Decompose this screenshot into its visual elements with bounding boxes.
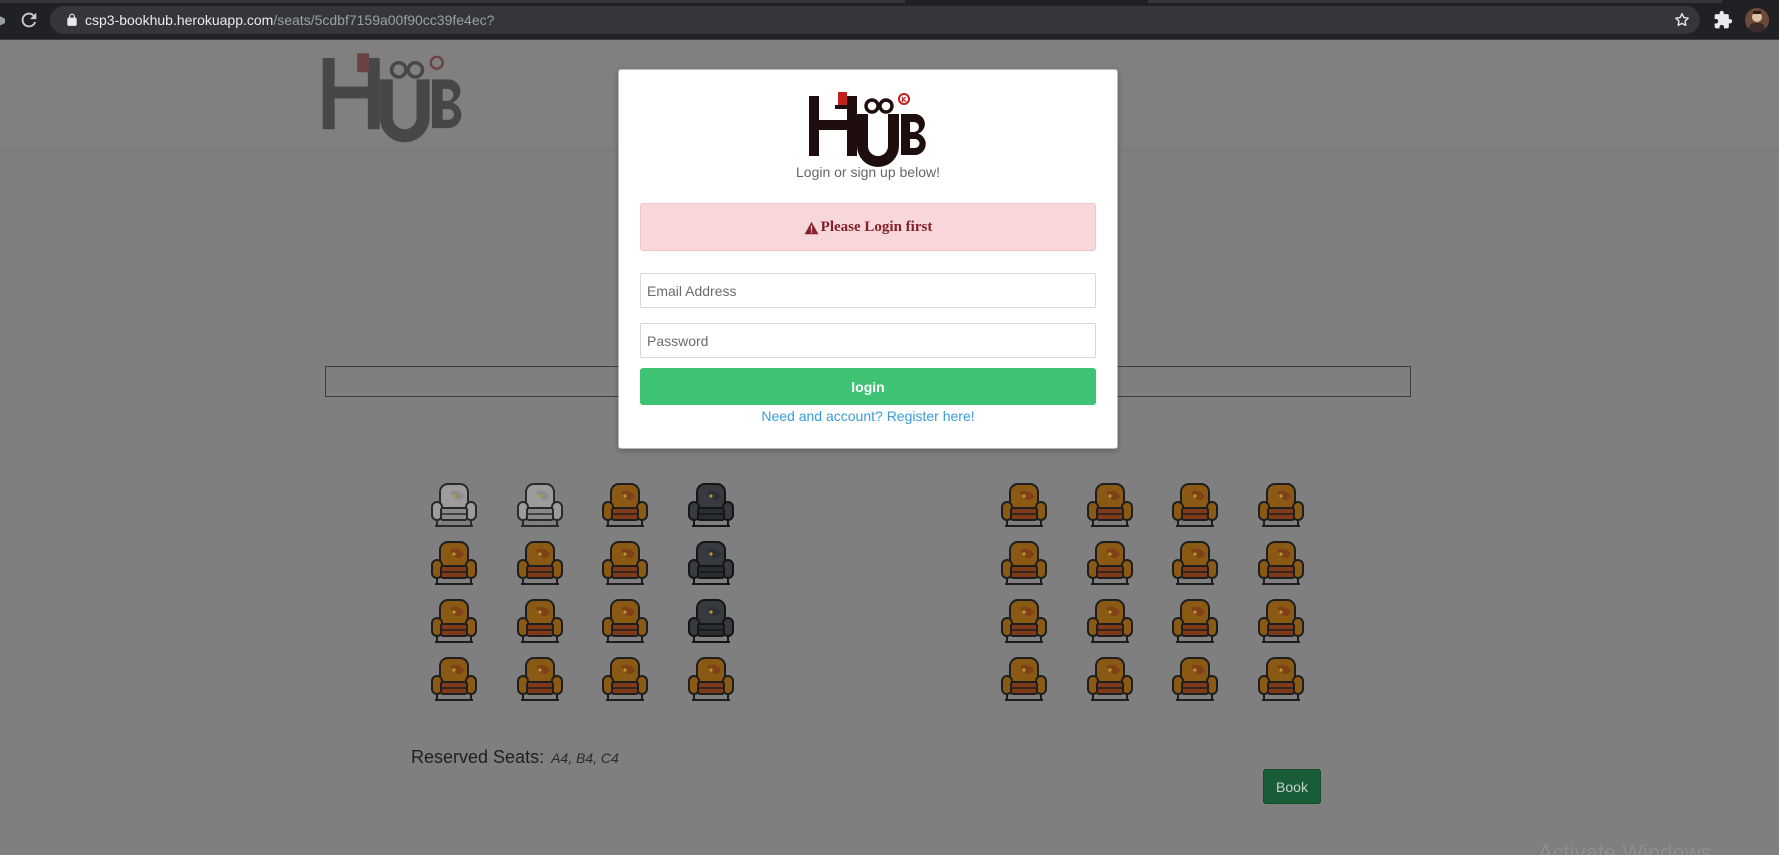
seat-right-d4[interactable] bbox=[1255, 654, 1307, 704]
profile-avatar[interactable] bbox=[1745, 8, 1769, 32]
seat-left-c2[interactable] bbox=[514, 596, 566, 646]
url-text[interactable]: csp3-bookhub.herokuapp.com/seats/5cdbf71… bbox=[85, 12, 494, 28]
book-button[interactable]: Book bbox=[1263, 769, 1321, 804]
address-bar[interactable]: csp3-bookhub.herokuapp.com/seats/5cdbf71… bbox=[50, 6, 1700, 34]
seat-left-d1[interactable] bbox=[428, 654, 480, 704]
browser-chrome: ▶ csp3-bookhub.herokuapp.com/seats/5cdbf… bbox=[0, 0, 1779, 40]
seat-left-a1[interactable] bbox=[428, 480, 480, 530]
seat-right-d2[interactable] bbox=[1084, 654, 1136, 704]
seat-left-a3[interactable] bbox=[599, 480, 651, 530]
seat-right-c3[interactable] bbox=[1169, 596, 1221, 646]
seat-right-b1[interactable] bbox=[998, 538, 1050, 588]
login-alert: Please Login first bbox=[640, 203, 1096, 251]
seat-right-b2[interactable] bbox=[1084, 538, 1136, 588]
seat-right-b3[interactable] bbox=[1169, 538, 1221, 588]
alert-text: Please Login first bbox=[820, 219, 933, 235]
warning-triangle-icon bbox=[804, 221, 819, 234]
seat-right-a2[interactable] bbox=[1084, 480, 1136, 530]
seat-right-c1[interactable] bbox=[998, 596, 1050, 646]
reserved-seats: Reserved Seats: A4, B4, C4 bbox=[411, 747, 619, 768]
bookmark-star-icon[interactable] bbox=[1673, 11, 1691, 29]
login-button[interactable]: login bbox=[640, 368, 1096, 405]
seat-right-a1[interactable] bbox=[998, 480, 1050, 530]
reserved-seats-values: A4, B4, C4 bbox=[551, 750, 619, 766]
extensions-puzzle-icon[interactable] bbox=[1713, 10, 1733, 30]
modal-subtitle: Login or sign up below! bbox=[796, 164, 940, 180]
seat-right-d1[interactable] bbox=[998, 654, 1050, 704]
seat-left-d3[interactable] bbox=[599, 654, 651, 704]
seat-left-c3[interactable] bbox=[599, 596, 651, 646]
seat-left-a4[interactable] bbox=[685, 480, 737, 530]
seat-left-d2[interactable] bbox=[514, 654, 566, 704]
seat-left-d4[interactable] bbox=[685, 654, 737, 704]
seat-right-a3[interactable] bbox=[1169, 480, 1221, 530]
seat-right-c2[interactable] bbox=[1084, 596, 1136, 646]
seat-left-b1[interactable] bbox=[428, 538, 480, 588]
reload-icon[interactable] bbox=[18, 9, 40, 31]
back-arrow-icon[interactable]: ▶ bbox=[0, 13, 5, 27]
tab-strip bbox=[0, 0, 1779, 3]
seat-right-d3[interactable] bbox=[1169, 654, 1221, 704]
svg-text:K: K bbox=[901, 96, 907, 104]
reserved-seats-label: Reserved Seats: bbox=[411, 747, 545, 767]
lock-icon[interactable] bbox=[65, 13, 79, 27]
password-field[interactable] bbox=[640, 323, 1096, 358]
seat-left-c4[interactable] bbox=[685, 596, 737, 646]
login-modal: K Login or sign up below! Please Login f… bbox=[618, 69, 1118, 449]
seat-left-c1[interactable] bbox=[428, 596, 480, 646]
seat-left-a2[interactable] bbox=[514, 480, 566, 530]
seat-right-a4[interactable] bbox=[1255, 480, 1307, 530]
seat-right-c4[interactable] bbox=[1255, 596, 1307, 646]
bookhub-logo: K bbox=[809, 92, 926, 167]
seat-left-b4[interactable] bbox=[685, 538, 737, 588]
bookhub-logo[interactable] bbox=[318, 46, 470, 146]
register-link[interactable]: Need and account? Register here! bbox=[619, 408, 1117, 424]
seat-left-b2[interactable] bbox=[514, 538, 566, 588]
seat-left-b3[interactable] bbox=[599, 538, 651, 588]
seat-right-b4[interactable] bbox=[1255, 538, 1307, 588]
email-field[interactable] bbox=[640, 273, 1096, 308]
activate-windows-watermark: Activate Windows bbox=[1538, 840, 1712, 855]
